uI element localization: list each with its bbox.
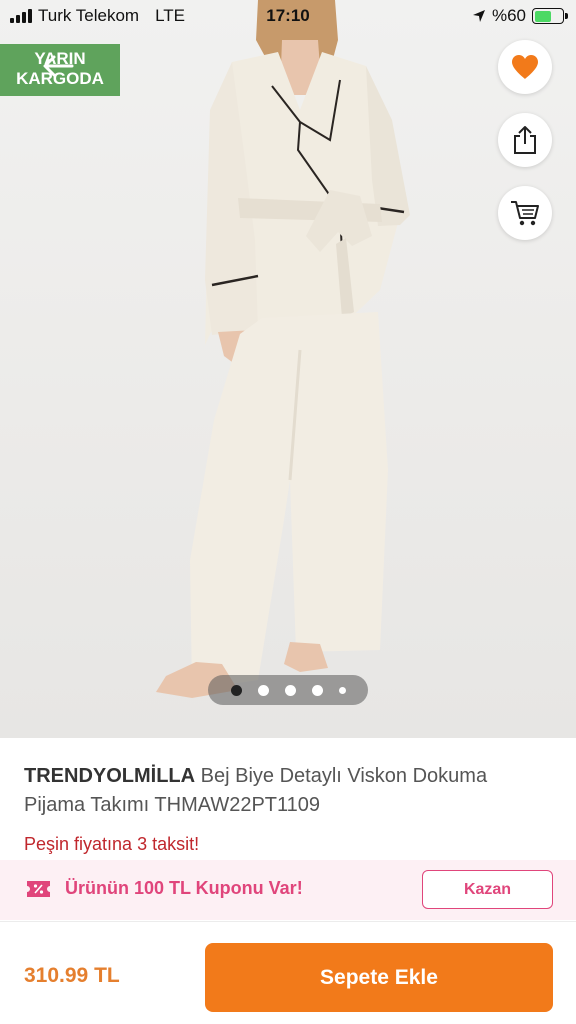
status-bar: Turk Telekom LTE 17:10 %60	[0, 0, 576, 34]
cart-button[interactable]	[498, 186, 552, 240]
add-to-cart-button[interactable]: Sepete Ekle	[205, 943, 553, 1012]
pager-dot-active[interactable]	[230, 684, 242, 696]
coupon-banner: Ürünün 100 TL Kuponu Var! Kazan	[0, 860, 576, 920]
pager-dot[interactable]	[311, 684, 323, 696]
product-brand[interactable]: TRENDYOLMİLLA	[24, 765, 195, 787]
back-arrow-icon[interactable]	[40, 54, 76, 78]
product-detail-screen: Turk Telekom LTE 17:10 %60 YARIN KARGODA	[0, 0, 576, 1024]
heart-icon	[512, 55, 538, 79]
battery-percent: %60	[491, 6, 526, 25]
battery-icon	[532, 8, 568, 24]
earn-coupon-button[interactable]: Kazan	[422, 870, 553, 909]
coupon-text: Ürünün 100 TL Kuponu Var!	[65, 878, 303, 898]
image-pager[interactable]	[208, 675, 368, 705]
pager-dot[interactable]	[338, 686, 346, 694]
product-image-gallery[interactable]: Turk Telekom LTE 17:10 %60 YARIN KARGODA	[0, 0, 576, 738]
cart-icon	[511, 201, 539, 226]
product-price: 310.99 TL	[24, 964, 120, 987]
product-photo	[156, 0, 410, 698]
favorite-button[interactable]	[498, 40, 552, 94]
share-button[interactable]	[498, 113, 552, 167]
share-icon	[514, 126, 536, 154]
location-arrow-icon	[472, 10, 485, 22]
pager-dot[interactable]	[257, 684, 269, 696]
pager-dot[interactable]	[284, 684, 296, 696]
installment-info: Peşin fiyatına 3 taksit!	[24, 834, 200, 854]
product-title: TRENDYOLMİLLA Bej Biye Detaylı Viskon Do…	[24, 762, 544, 820]
coupon-ticket-icon	[27, 881, 50, 897]
bottom-purchase-bar: 310.99 TL Sepete Ekle	[0, 921, 576, 1024]
